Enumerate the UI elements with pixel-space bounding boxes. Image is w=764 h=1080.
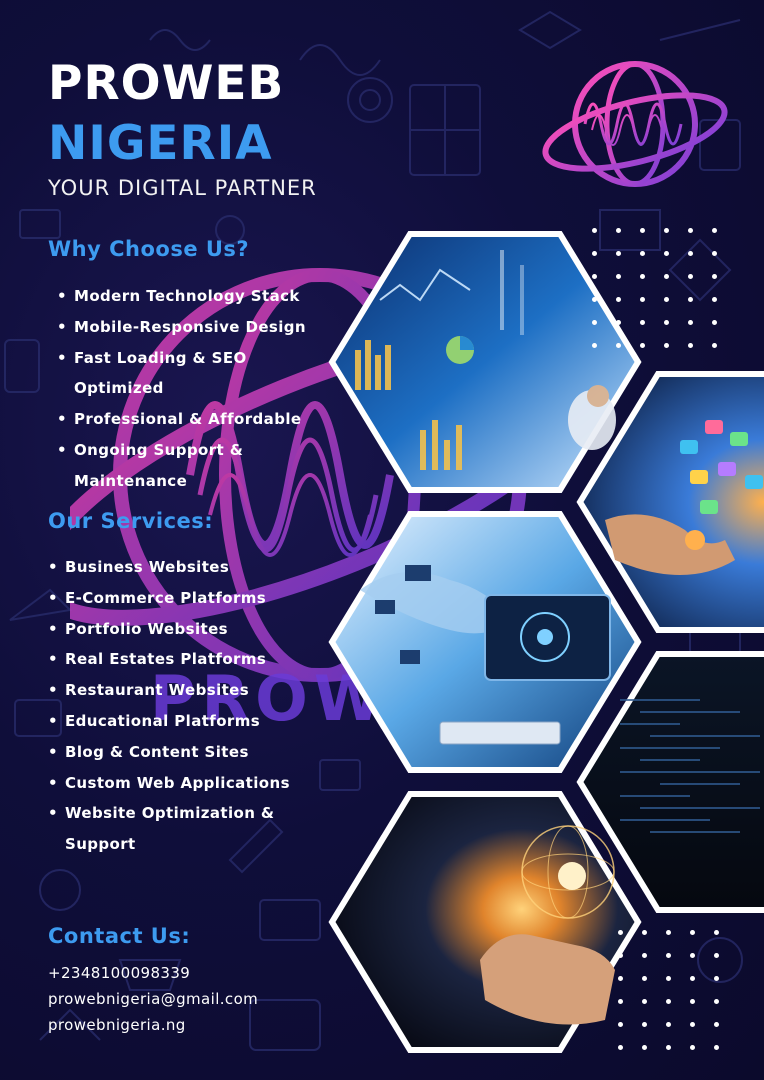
dot	[592, 251, 597, 256]
dot	[666, 976, 671, 981]
dot-grid-top	[592, 228, 722, 356]
dot	[666, 999, 671, 1004]
dot	[642, 930, 647, 935]
dot	[690, 930, 695, 935]
dot	[618, 999, 623, 1004]
dot	[618, 1045, 623, 1050]
dot	[640, 274, 645, 279]
dot	[640, 343, 645, 348]
dot	[714, 1045, 719, 1050]
dot	[616, 320, 621, 325]
global-network-computer-image	[328, 511, 642, 773]
dot	[616, 297, 621, 302]
dot	[714, 930, 719, 935]
dot	[690, 976, 695, 981]
dot	[592, 274, 597, 279]
dot	[664, 274, 669, 279]
dot	[666, 1045, 671, 1050]
dot	[640, 251, 645, 256]
dot	[690, 953, 695, 958]
dot	[640, 297, 645, 302]
dot	[712, 297, 717, 302]
glowing-globe-hand-image	[328, 791, 642, 1053]
dot	[666, 1022, 671, 1027]
dot	[688, 251, 693, 256]
dot	[618, 1022, 623, 1027]
dot	[642, 1045, 647, 1050]
hexagon-image-collage	[328, 231, 764, 1053]
dot	[592, 228, 597, 233]
dot	[592, 320, 597, 325]
dot	[690, 1022, 695, 1027]
dot	[688, 343, 693, 348]
dot	[664, 343, 669, 348]
dot	[714, 999, 719, 1004]
dot	[618, 953, 623, 958]
dot	[618, 930, 623, 935]
dot	[664, 320, 669, 325]
dot	[592, 343, 597, 348]
dot	[688, 274, 693, 279]
dot	[712, 343, 717, 348]
dot	[616, 228, 621, 233]
dot	[642, 1022, 647, 1027]
dot	[666, 930, 671, 935]
dot	[712, 228, 717, 233]
dot	[592, 297, 597, 302]
dot	[616, 343, 621, 348]
dot	[642, 953, 647, 958]
dot	[714, 953, 719, 958]
dot	[688, 228, 693, 233]
dot	[688, 320, 693, 325]
dot	[664, 297, 669, 302]
dot	[642, 976, 647, 981]
dot	[714, 976, 719, 981]
dot	[712, 274, 717, 279]
dot	[664, 251, 669, 256]
flyer: PROWEB PROWEB NIGERIA YOUR DIGITAL PARTN…	[0, 0, 764, 1080]
dot	[712, 320, 717, 325]
dot	[690, 1045, 695, 1050]
dot	[712, 251, 717, 256]
dot	[666, 953, 671, 958]
dot	[714, 1022, 719, 1027]
dot	[640, 320, 645, 325]
dot	[618, 976, 623, 981]
dot	[690, 999, 695, 1004]
dot	[640, 228, 645, 233]
dot	[642, 999, 647, 1004]
dot	[688, 297, 693, 302]
dot-grid-bottom	[618, 930, 719, 1055]
dot	[616, 251, 621, 256]
dot	[664, 228, 669, 233]
dot	[616, 274, 621, 279]
